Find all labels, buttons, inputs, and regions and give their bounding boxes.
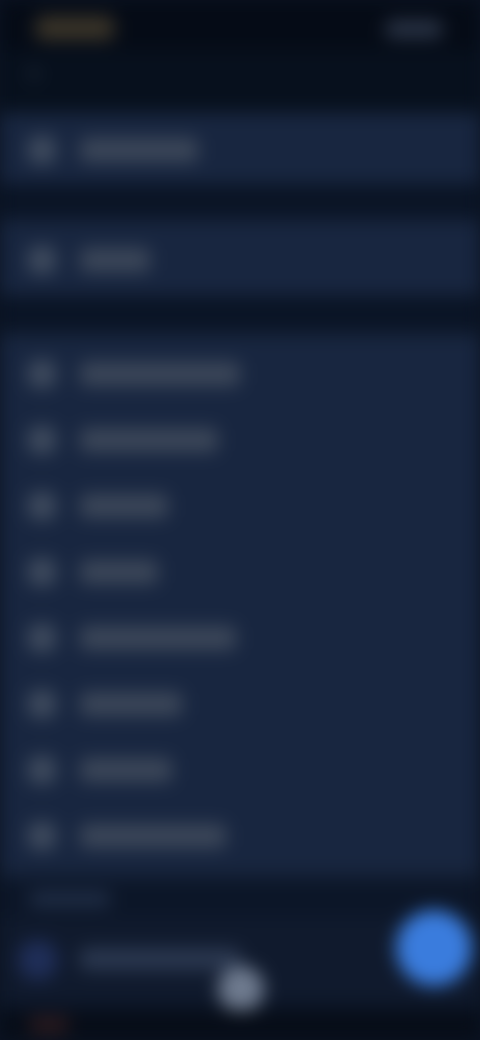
settings-icon bbox=[28, 136, 56, 164]
list-item-label bbox=[80, 428, 218, 452]
settings-icon bbox=[28, 756, 56, 784]
list-item[interactable] bbox=[0, 670, 480, 736]
settings-icon bbox=[28, 822, 56, 850]
list-item-label bbox=[80, 560, 158, 584]
arrow-left-icon[interactable]: ‹ bbox=[22, 62, 46, 86]
list-item-label bbox=[80, 494, 168, 518]
settings-icon bbox=[28, 690, 56, 718]
list-item-label bbox=[80, 758, 172, 782]
list-item[interactable] bbox=[0, 116, 480, 182]
list-item-label bbox=[80, 248, 150, 272]
settings-icon bbox=[28, 246, 56, 274]
settings-icon bbox=[28, 558, 56, 586]
floating-action-button[interactable] bbox=[396, 910, 472, 986]
navigation-bar bbox=[0, 1010, 480, 1040]
list-item-label bbox=[80, 362, 240, 386]
status-time bbox=[36, 16, 114, 40]
section-divider bbox=[0, 184, 480, 218]
settings-icon bbox=[28, 360, 56, 388]
list-item-label bbox=[80, 626, 236, 650]
list-item[interactable] bbox=[0, 340, 480, 406]
list-item[interactable] bbox=[0, 472, 480, 538]
list-item[interactable] bbox=[0, 736, 480, 802]
page-title bbox=[60, 60, 160, 90]
list-item[interactable] bbox=[0, 604, 480, 670]
settings-icon bbox=[28, 426, 56, 454]
blurred-screen: ‹ bbox=[0, 0, 480, 1040]
footer-row-label bbox=[80, 948, 240, 970]
status-icons bbox=[386, 20, 442, 38]
list-item[interactable] bbox=[0, 226, 480, 292]
list-item-label bbox=[80, 824, 226, 848]
list-item[interactable] bbox=[0, 406, 480, 472]
settings-icon bbox=[28, 492, 56, 520]
list-item-label bbox=[80, 692, 182, 716]
avatar bbox=[18, 940, 58, 980]
section-divider bbox=[0, 296, 480, 332]
scroll-handle[interactable] bbox=[218, 966, 264, 1012]
list-item-label bbox=[80, 138, 198, 162]
list-item[interactable] bbox=[0, 802, 480, 868]
nav-bar-icon bbox=[30, 1016, 68, 1034]
settings-icon bbox=[28, 624, 56, 652]
section-label bbox=[30, 892, 110, 906]
list-item[interactable] bbox=[0, 538, 480, 604]
